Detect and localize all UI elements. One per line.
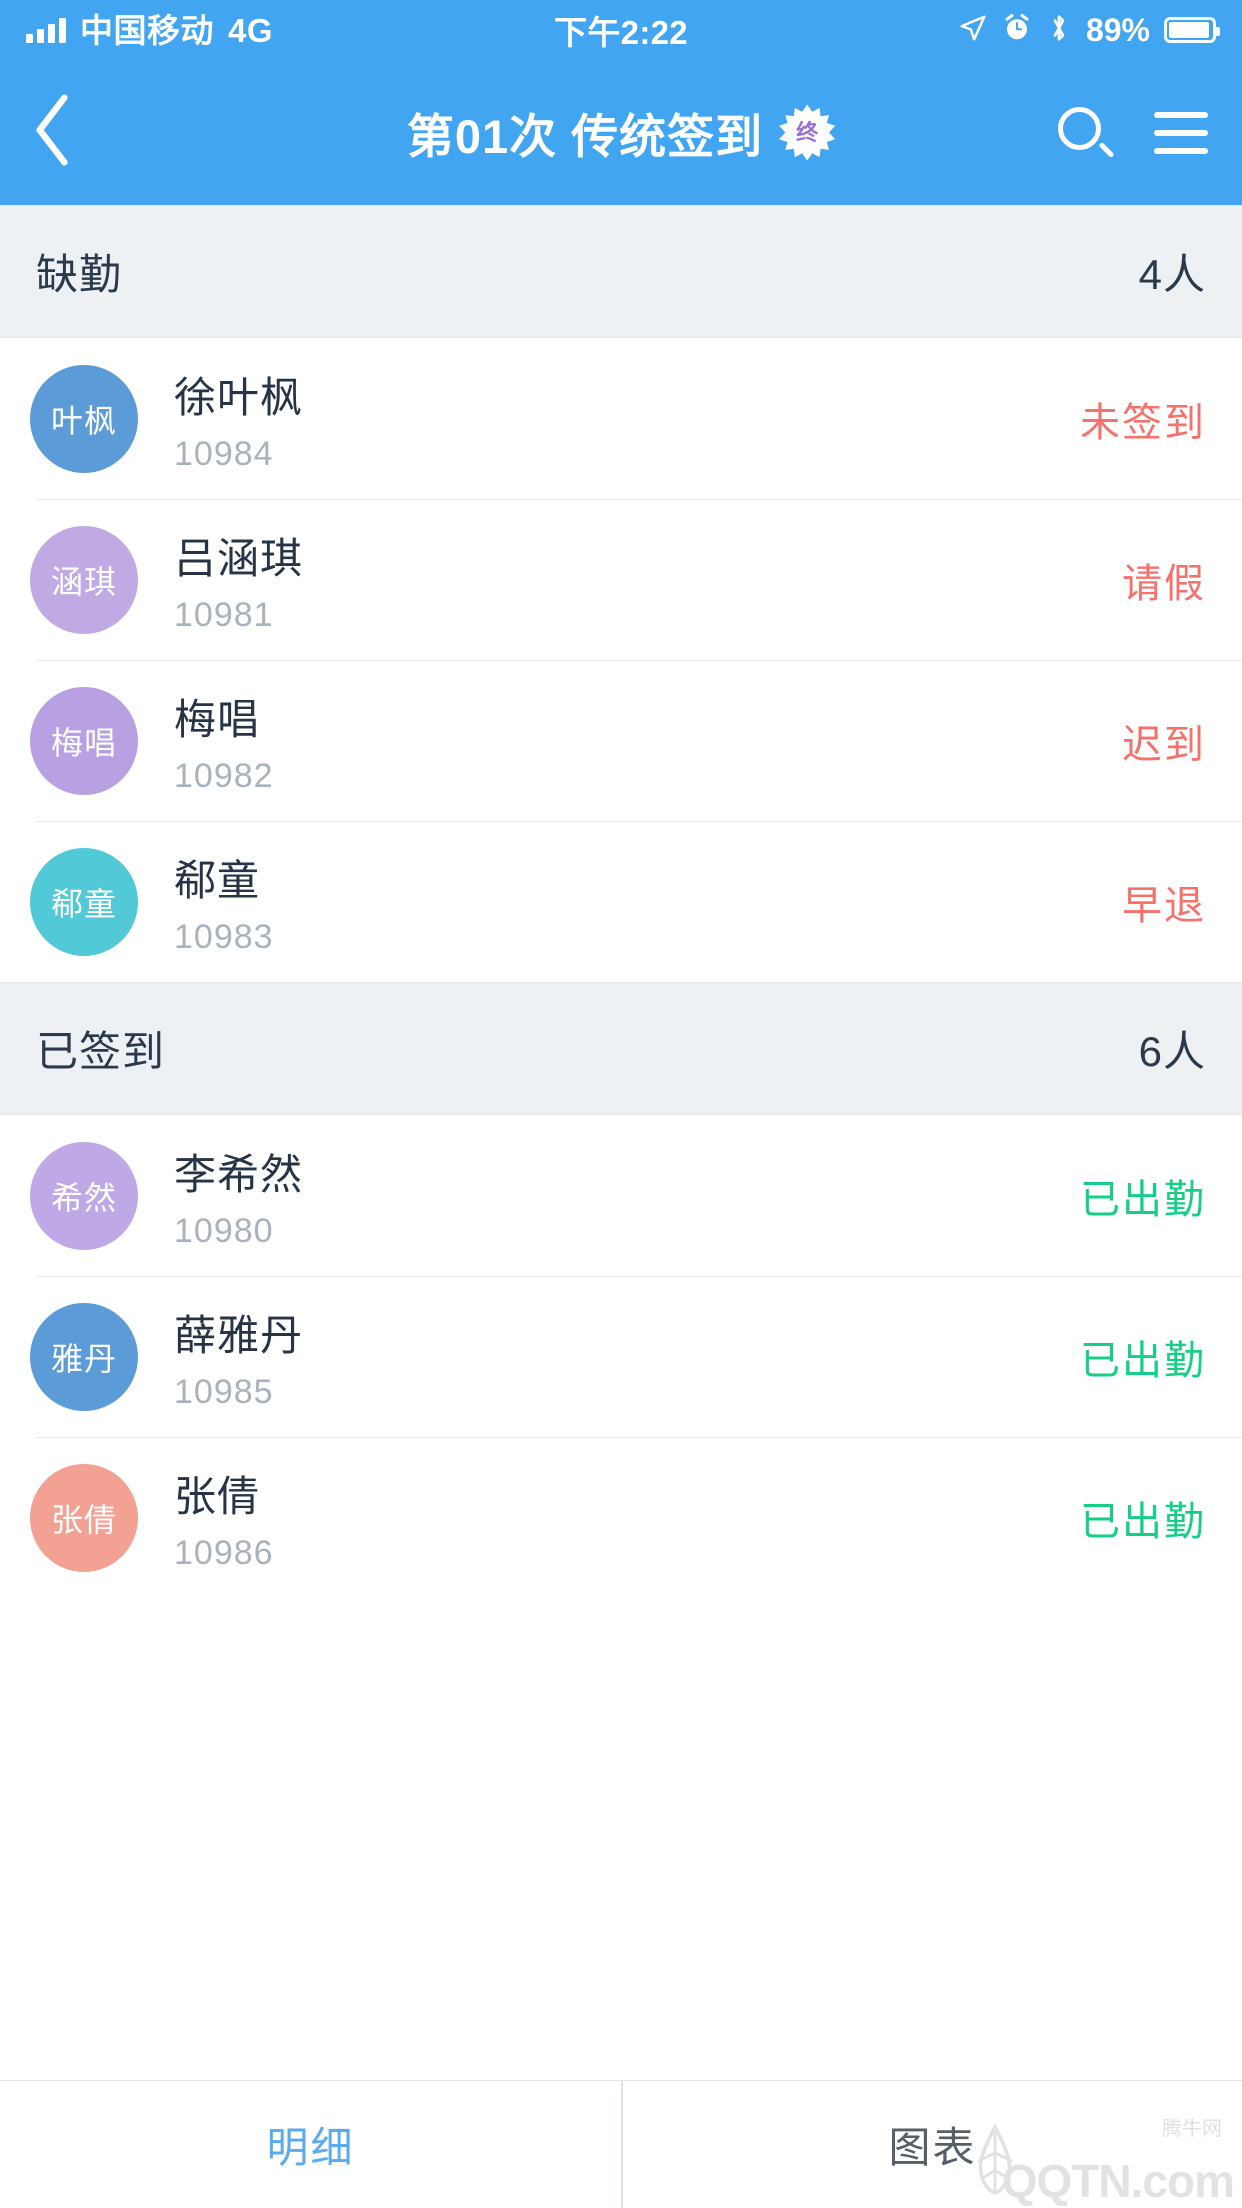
table-row[interactable]: 梅唱 梅唱 10982 迟到 <box>0 660 1242 821</box>
person-id: 10984 <box>174 434 274 473</box>
search-icon[interactable] <box>1058 106 1115 159</box>
avatar-label: 希然 <box>50 1179 117 1216</box>
tab-chart[interactable]: 图表 <box>621 2081 1242 2208</box>
person-id: 10982 <box>174 756 274 795</box>
avatar: 雅丹 <box>30 1302 138 1411</box>
battery-icon <box>1164 17 1220 43</box>
status-badge: 请假 <box>1122 561 1206 606</box>
person-name: 吕涵琪 <box>174 534 304 582</box>
table-row[interactable]: 张倩 张倩 10986 已出勤 <box>0 1437 1242 1598</box>
bottom-tab-bar: 明细 图表 QQTN.com 腾牛网 <box>0 2080 1242 2208</box>
avatar: 希然 <box>30 1141 138 1250</box>
avatar-label: 张倩 <box>50 1501 117 1538</box>
nav-title-container: 第01次 传统签到 终 <box>0 60 1242 205</box>
back-button[interactable] <box>30 88 120 178</box>
status-badge: 已出勤 <box>1080 1338 1206 1383</box>
tab-chart-label: 图表 <box>888 2124 977 2171</box>
nav-bar: 第01次 传统签到 终 <box>0 60 1242 205</box>
avatar: 梅唱 <box>30 686 138 795</box>
list-menu-icon[interactable] <box>1154 111 1208 154</box>
tab-detail[interactable]: 明细 <box>0 2081 621 2208</box>
page-title: 第01次 传统签到 <box>406 110 764 163</box>
bluetooth-icon <box>1046 12 1072 49</box>
person-name: 梅唱 <box>174 695 261 743</box>
chevron-left-icon <box>30 92 76 173</box>
person-name: 薛雅丹 <box>174 1311 304 1359</box>
avatar: 张倩 <box>30 1463 138 1572</box>
badge-label: 终 <box>796 119 819 145</box>
attendance-list[interactable]: 缺勤 4人 叶枫 徐叶枫 10984 未签到 涵琪 吕涵琪 10981 请假 梅… <box>0 205 1242 2080</box>
status-badge: 已出勤 <box>1080 1177 1206 1222</box>
status-bar: 中国移动 4G 下午2:22 89% <box>0 0 1242 60</box>
avatar-label: 郗童 <box>50 885 117 922</box>
starburst-shape <box>779 104 836 161</box>
row-main: 吕涵琪 10981 <box>138 525 1122 635</box>
row-main: 李希然 10980 <box>138 1141 1080 1251</box>
person-name: 郗童 <box>174 856 261 904</box>
avatar-label: 梅唱 <box>50 724 117 761</box>
table-row[interactable]: 叶枫 徐叶枫 10984 未签到 <box>0 338 1242 499</box>
status-badge: 已出勤 <box>1080 1499 1206 1544</box>
clock-label: 下午2:22 <box>554 14 688 51</box>
avatar-label: 叶枫 <box>50 402 117 439</box>
person-name: 李希然 <box>174 1150 304 1198</box>
person-name: 徐叶枫 <box>174 373 304 421</box>
section-title: 已签到 <box>36 1028 166 1075</box>
avatar-label: 涵琪 <box>50 563 117 600</box>
person-id: 10983 <box>174 917 274 956</box>
avatar: 涵琪 <box>30 525 138 634</box>
row-main: 郗童 10983 <box>138 847 1122 957</box>
row-main: 梅唱 10982 <box>138 686 1122 796</box>
avatar: 叶枫 <box>30 364 138 473</box>
status-badge: 迟到 <box>1122 722 1206 767</box>
row-main: 张倩 10986 <box>138 1463 1080 1573</box>
location-arrow-icon <box>958 13 988 48</box>
section-count: 6人 <box>1138 1028 1206 1075</box>
table-row[interactable]: 希然 李希然 10980 已出勤 <box>0 1115 1242 1276</box>
table-row[interactable]: 涵琪 吕涵琪 10981 请假 <box>0 499 1242 660</box>
starburst-badge-icon: 终 <box>779 104 836 161</box>
avatar-label: 雅丹 <box>50 1340 117 1377</box>
row-main: 薛雅丹 10985 <box>138 1302 1080 1412</box>
row-main: 徐叶枫 10984 <box>138 364 1080 474</box>
table-row[interactable]: 雅丹 薛雅丹 10985 已出勤 <box>0 1276 1242 1437</box>
status-badge: 未签到 <box>1080 400 1206 445</box>
alarm-clock-icon <box>1002 13 1032 48</box>
table-row[interactable]: 郗童 郗童 10983 早退 <box>0 821 1242 982</box>
person-name: 张倩 <box>174 1472 261 1520</box>
app-screen: 中国移动 4G 下午2:22 89% 第01次 传统签到 终 缺勤 4人 叶枫 … <box>0 0 1242 2208</box>
tab-detail-label: 明细 <box>266 2124 355 2171</box>
avatar: 郗童 <box>30 847 138 956</box>
section-title: 缺勤 <box>36 251 123 298</box>
status-badge: 早退 <box>1122 883 1206 928</box>
section-header-absent: 缺勤 4人 <box>0 205 1242 338</box>
nav-actions <box>1058 60 1208 205</box>
person-id: 10980 <box>174 1211 274 1250</box>
battery-percent-label: 89% <box>1085 11 1150 48</box>
person-id: 10986 <box>174 1533 274 1572</box>
section-header-signed-in: 已签到 6人 <box>0 982 1242 1115</box>
status-bar-right: 89% <box>958 0 1220 60</box>
person-id: 10981 <box>174 595 274 634</box>
person-id: 10985 <box>174 1372 274 1411</box>
section-count: 4人 <box>1138 251 1206 298</box>
